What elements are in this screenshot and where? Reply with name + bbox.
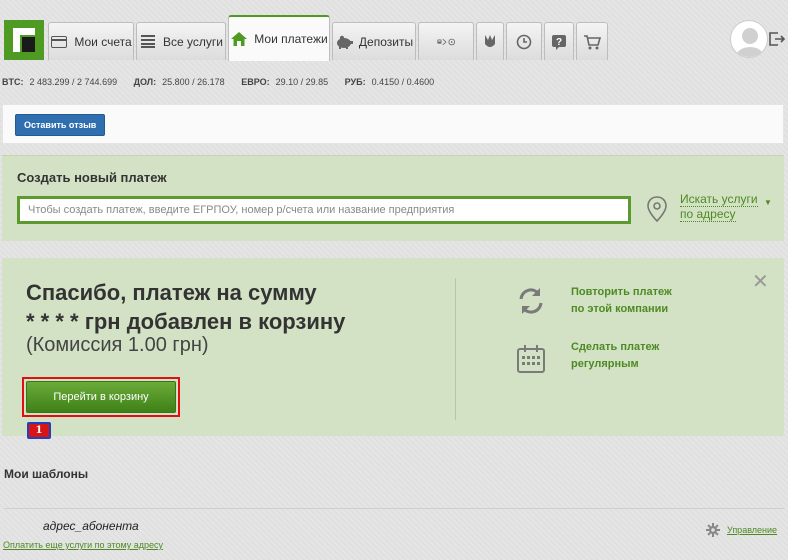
calendar-icon (516, 344, 546, 379)
panel-divider (455, 278, 456, 420)
templates-title: Мои шаблоны (4, 467, 89, 481)
tab-label: Мои счета (74, 34, 132, 49)
svg-text:?: ? (556, 37, 562, 48)
history-icon (515, 33, 533, 51)
step-badge: 1 (27, 422, 51, 439)
payment-search-input[interactable]: Чтобы создать платеж, введите ЕГРПОУ, но… (17, 196, 631, 224)
tab-cart[interactable] (576, 22, 608, 60)
search-link-line1: Искать услуги (680, 192, 758, 207)
go-to-cart-button[interactable]: Перейти в корзину (26, 381, 176, 413)
logout-button[interactable] (768, 30, 786, 48)
rate-label-rub: РУБ: (344, 77, 366, 87)
currency-rates: BTC: 2 483.299 / 2 744.699 ДОЛ: 25.800 / 2… (2, 77, 448, 87)
transport-icon (437, 33, 455, 51)
close-icon[interactable]: ✕ (752, 272, 769, 292)
user-avatar[interactable] (730, 20, 768, 58)
logout-icon (769, 32, 786, 46)
templates-divider (4, 508, 784, 509)
rate-value-eur: 29.10 / 29.85 (275, 77, 329, 87)
repeat-line2: по этой компании (571, 303, 669, 315)
rate-value-usd: 25.800 / 26.178 (162, 77, 225, 87)
manage-link[interactable]: Управление (727, 525, 777, 535)
tab-my-payments[interactable]: Мои платежи (228, 15, 330, 61)
list-icon (139, 33, 157, 51)
confirmation-line2: * * * * грн добавлен в корзину (26, 309, 346, 334)
tab-my-accounts[interactable]: Мои счета (48, 22, 134, 60)
repeat-line1: Повторить платеж (571, 286, 672, 298)
refresh-icon (516, 286, 546, 321)
privatbank-logo[interactable] (4, 20, 44, 60)
user-silhouette-icon (736, 28, 764, 57)
regular-line1: Сделать платеж (571, 341, 660, 353)
top-navigation: Мои счета Все услуги Мои платежи Депозит… (0, 0, 788, 64)
rate-value-rub: 0.4150 / 0.4600 (371, 77, 435, 87)
tab-label: Депозиты (358, 34, 414, 49)
tab-government[interactable] (476, 22, 504, 60)
tab-transport[interactable] (418, 22, 474, 60)
tab-deposits[interactable]: Депозиты (332, 22, 416, 60)
leave-feedback-button[interactable]: Оставить отзыв (15, 114, 106, 136)
tab-label: Все услуги (163, 34, 223, 49)
regular-line2: регулярным (571, 358, 639, 370)
rate-label-eur: ЕВРО: (241, 77, 270, 87)
piggy-bank-icon (335, 33, 353, 51)
privatbank-logo-icon (4, 20, 44, 60)
cart-icon (583, 33, 601, 51)
home-icon (230, 30, 248, 48)
trident-icon (481, 33, 499, 51)
confirmation-line1: Спасибо, платеж на сумму (26, 280, 317, 305)
payment-confirmation-panel: Спасибо, платеж на сумму * * * * грн доб… (2, 258, 784, 439)
gear-icon[interactable] (706, 523, 720, 542)
help-icon: ? (550, 33, 568, 51)
search-link-line2: по адресу (680, 207, 736, 222)
commission-text: (Комиссия 1.00 грн) (26, 334, 209, 356)
tab-all-services[interactable]: Все услуги (136, 22, 226, 60)
rate-label-btc: BTC: (2, 77, 24, 87)
feedback-bar: Оставить отзыв (2, 104, 784, 144)
template-name[interactable]: адрес_абонента (43, 519, 139, 533)
map-pin-icon (646, 196, 668, 227)
pay-more-services-link[interactable]: Оплатить еще услуги по этому адресу (3, 540, 163, 550)
tab-history[interactable] (506, 22, 542, 60)
caret-down-icon[interactable]: ▼ (764, 198, 772, 207)
confirmation-message: Спасибо, платеж на сумму * * * * грн доб… (26, 278, 446, 336)
cart-button-highlight: Перейти в корзину (22, 377, 180, 417)
rate-value-btc: 2 483.299 / 2 744.699 (29, 77, 118, 87)
repeat-payment-link[interactable]: Повторить платеж по этой компании (571, 284, 672, 318)
tab-help[interactable]: ? (544, 22, 574, 60)
card-icon (50, 33, 68, 51)
create-payment-title: Создать новый платеж (17, 170, 167, 185)
tab-label: Мои платежи (254, 32, 328, 46)
search-by-address-link[interactable]: Искать услуги по адресу (680, 192, 758, 222)
rate-label-usd: ДОЛ: (133, 77, 157, 87)
make-regular-link[interactable]: Сделать платеж регулярным (571, 339, 659, 373)
